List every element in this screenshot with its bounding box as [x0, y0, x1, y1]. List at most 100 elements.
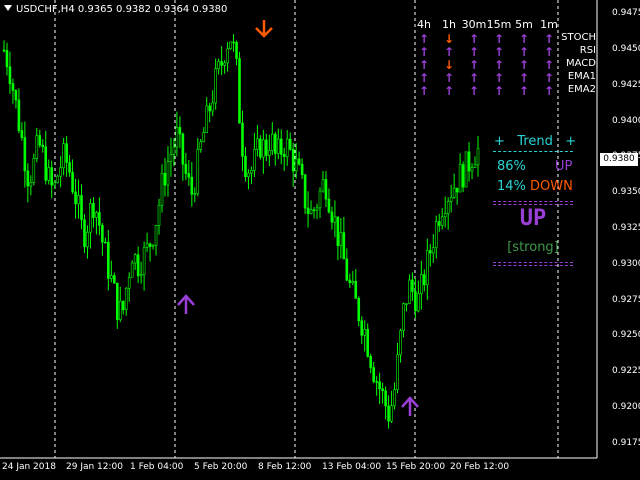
candle-body: [250, 170, 253, 174]
candle-body: [271, 133, 274, 151]
candle-body: [205, 105, 209, 133]
candle-body: [184, 163, 188, 174]
candle-body: [309, 209, 313, 214]
candle-body: [83, 219, 86, 248]
arrow-up-icon: ↑: [543, 32, 555, 46]
candle-body: [101, 224, 104, 243]
candle-body: [142, 247, 146, 276]
arrow-up-icon: ↑: [468, 45, 480, 59]
candle-body: [26, 170, 30, 187]
candle-body: [473, 164, 477, 168]
candle-body: [411, 279, 414, 292]
price-tick-label: 0.9200: [612, 401, 640, 412]
candle-body: [417, 293, 420, 312]
trend-divider: [493, 151, 573, 152]
candle-body: [133, 254, 137, 264]
candle-body: [121, 300, 125, 310]
candle-body: [351, 280, 355, 283]
candle-body: [265, 139, 268, 156]
candle-body: [32, 158, 36, 183]
candle-body: [357, 298, 361, 322]
candle-body: [268, 150, 271, 156]
time-tick-label: 24 Jan 2018: [2, 462, 56, 472]
trend-title: + Trend +: [494, 134, 577, 149]
candle-body: [455, 187, 459, 193]
time-tick-label: 20 Feb 12:00: [450, 462, 510, 472]
candle-body: [196, 148, 200, 194]
trend-up-percent: 86%: [497, 159, 526, 174]
candle-body: [172, 146, 176, 155]
candle-body: [414, 291, 417, 312]
candle-body: [288, 138, 292, 150]
candle-body: [208, 105, 211, 112]
arrow-up-icon: ↑: [493, 58, 505, 72]
price-tick-label: 0.9425: [612, 79, 640, 90]
arrow-up-icon: ↑: [468, 58, 480, 72]
trend-down-percent: 14%: [497, 179, 526, 194]
candle-body: [74, 191, 77, 205]
candle-body: [420, 274, 423, 294]
arrow-up-icon: ↑: [418, 32, 430, 46]
candle-body: [262, 139, 265, 158]
candle-body: [315, 207, 319, 211]
arrow-up-icon: ↑: [543, 71, 555, 85]
candle-body: [107, 241, 110, 279]
candle-body: [110, 275, 113, 279]
candle-body: [8, 66, 12, 84]
candle-body: [38, 135, 42, 146]
candle-body: [151, 244, 155, 247]
time-tick-label: 15 Feb 20:00: [386, 462, 446, 472]
candle-body: [393, 389, 396, 407]
candle-body: [449, 197, 453, 202]
candle-body: [157, 204, 161, 226]
candle-body: [92, 203, 95, 218]
candle-body: [89, 203, 92, 233]
candle-body: [163, 172, 167, 186]
candle-body: [464, 151, 468, 188]
candle-body: [405, 303, 408, 305]
candle-body: [396, 354, 399, 390]
arrow-up-icon: ↑: [518, 84, 530, 98]
candle-body: [130, 262, 134, 278]
candle-body: [324, 179, 328, 200]
candle-body: [169, 153, 173, 162]
candle-body: [369, 355, 372, 368]
candle-body: [136, 254, 140, 277]
dropdown-triangle-icon[interactable]: [4, 5, 12, 11]
candle-body: [50, 167, 53, 186]
arrow-up-icon: ↑: [493, 32, 505, 46]
trend-up-label: UP: [555, 159, 573, 174]
arrow-up-icon: ↑: [468, 32, 480, 46]
candle-body: [291, 148, 295, 172]
price-tick-label: 0.9450: [612, 44, 640, 55]
arrow-down-icon: ↓: [443, 32, 455, 46]
price-tick-label: 0.9325: [612, 223, 640, 233]
candle-body: [285, 138, 289, 158]
candle-body: [333, 216, 337, 223]
buy-arrow-icon-2: [401, 396, 419, 416]
arrow-up-icon: ↑: [418, 71, 430, 85]
arrow-up-icon: ↑: [518, 71, 530, 85]
candle-body: [354, 280, 358, 299]
candle-body: [11, 83, 15, 91]
candle-body: [115, 282, 119, 320]
candle-body: [375, 381, 378, 383]
current-price-label: 0.9380: [600, 153, 638, 166]
arrow-up-icon: ↑: [518, 58, 530, 72]
candle-body: [214, 68, 217, 104]
candle-body: [431, 247, 435, 254]
candle-body: [408, 279, 411, 304]
candle-body: [104, 241, 107, 244]
candle-body: [372, 367, 375, 382]
candle-body: [458, 164, 462, 193]
candle-body: [68, 162, 71, 173]
candle-body: [235, 41, 238, 59]
candle-body: [402, 303, 405, 331]
candle-body: [56, 175, 59, 184]
candle-body: [345, 258, 349, 281]
candle-body: [476, 147, 480, 166]
candle-body: [2, 49, 6, 52]
candle-body: [429, 250, 432, 254]
trend-strength: [strong]: [507, 240, 559, 255]
candle-body: [399, 330, 402, 356]
